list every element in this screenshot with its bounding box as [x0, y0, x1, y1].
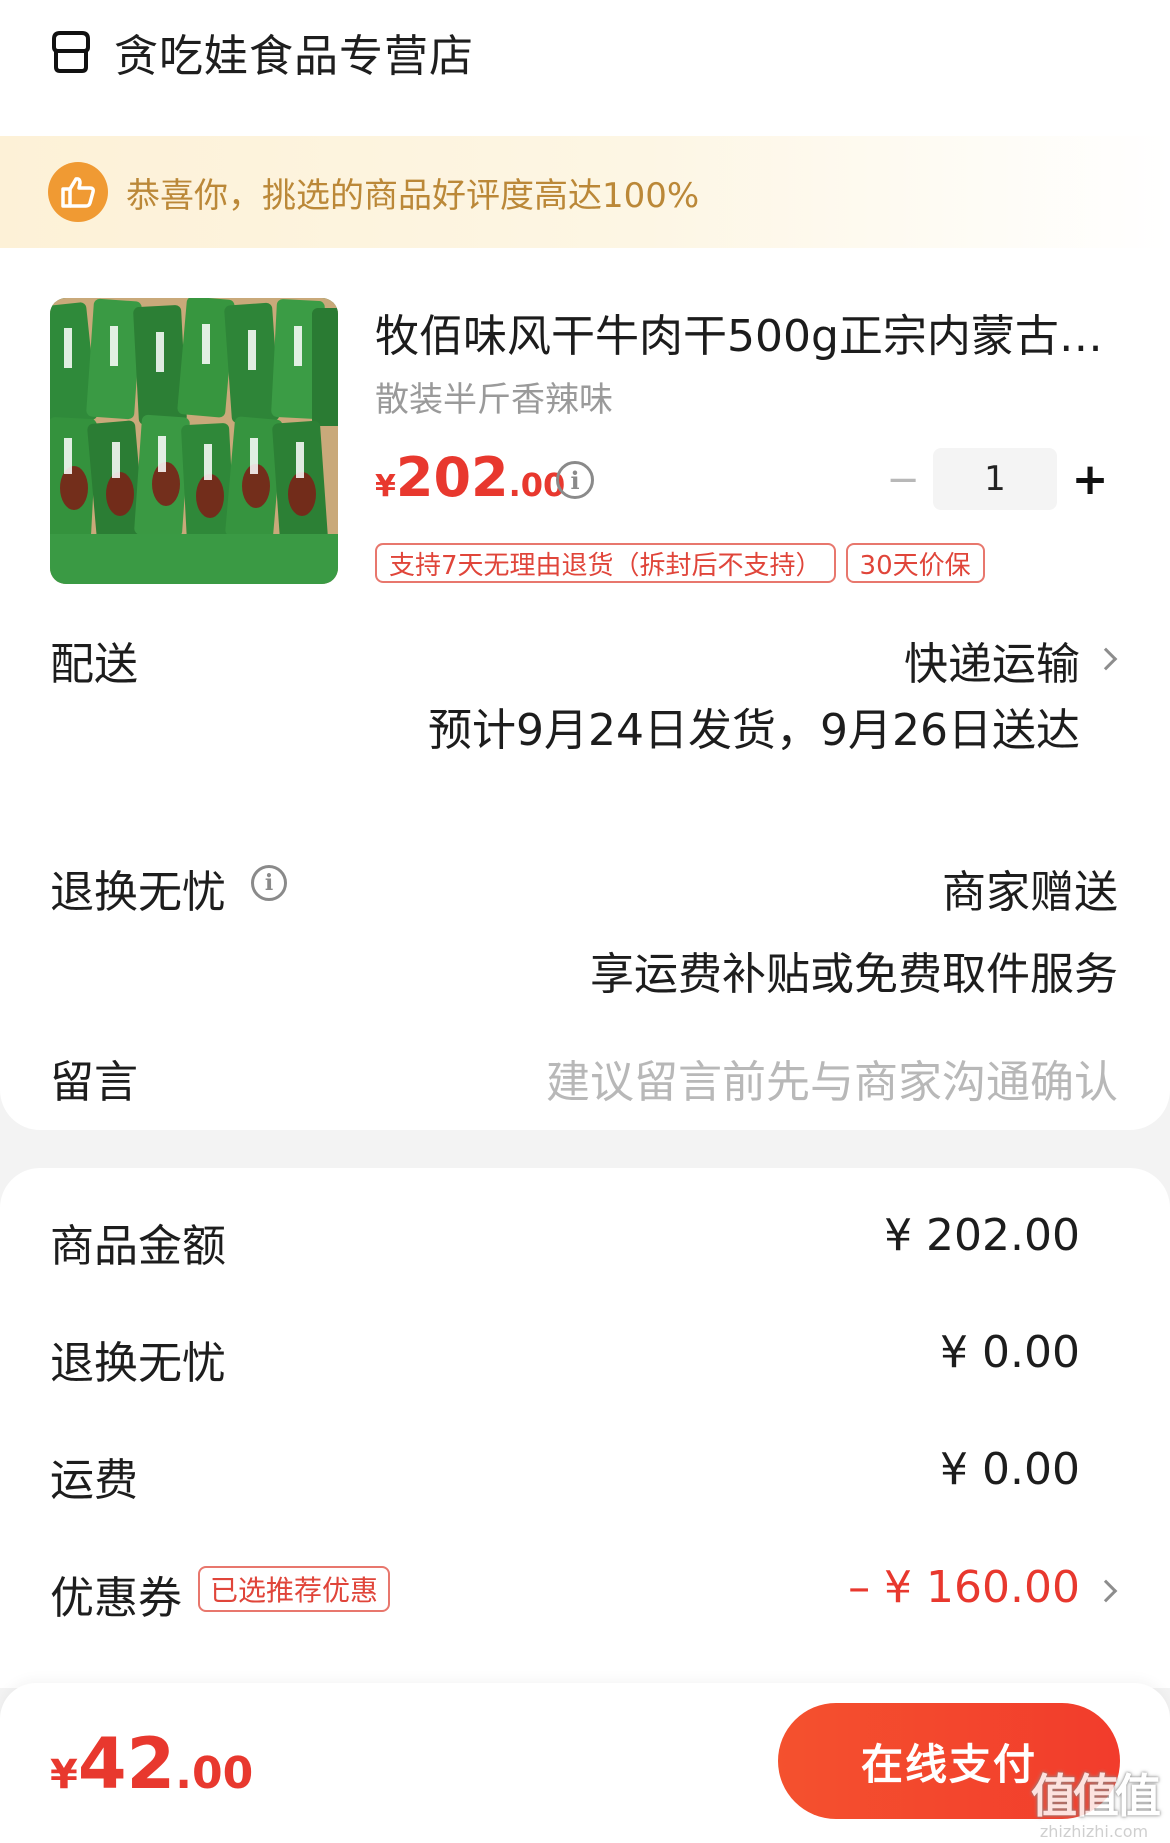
total-decimal: .00	[175, 1748, 254, 1799]
product-spec[interactable]: 散装半斤香辣味	[375, 372, 613, 421]
return-policy-tag: 支持7天无理由退货（拆封后不支持）	[375, 543, 836, 583]
delivery-method[interactable]: 快递运输	[904, 628, 1080, 692]
service-tags: 支持7天无理由退货（拆封后不支持） 30天价保	[375, 543, 985, 583]
return-service-label: 退换无忧	[50, 867, 226, 918]
shop-header[interactable]: 贪吃娃食品专营店	[48, 20, 474, 84]
message-input[interactable]: 建议留言前先与商家沟通确认	[546, 1046, 1118, 1110]
goods-amount-value: ¥ 202.00	[884, 1210, 1080, 1261]
quantity-value[interactable]: 1	[933, 448, 1057, 510]
price-info-icon[interactable]: i	[556, 461, 594, 499]
goods-amount-label: 商品金额	[50, 1221, 226, 1272]
shop-name: 贪吃娃食品专营店	[114, 31, 474, 82]
quantity-minus-button[interactable]: −	[883, 455, 923, 505]
delivery-estimate: 预计9月24日发货，9月26日送达	[428, 705, 1080, 756]
price-protection-tag: 30天价保	[845, 543, 985, 583]
return-info-icon[interactable]: i	[251, 865, 287, 901]
product-price: ¥ 202 .00	[375, 446, 565, 509]
message-label: 留言	[50, 1057, 138, 1108]
praise-text: 恭喜你，挑选的商品好评度高达100%	[126, 175, 700, 216]
site-watermark: 值值值 zhizhizhi.com	[1020, 1760, 1168, 1841]
price-symbol: ¥	[375, 469, 396, 504]
coupon-tag: 已选推荐优惠	[198, 1566, 391, 1612]
total-price: ¥ 42 .00	[50, 1723, 253, 1805]
price-integer: 202	[395, 446, 509, 509]
coupon-label: 优惠券	[50, 1573, 182, 1624]
watermark-url: zhizhizhi.com	[1039, 1821, 1149, 1841]
return-service-value: 商家赠送	[942, 867, 1118, 918]
product-title[interactable]: 牧佰味风干牛肉干500g正宗内蒙古特产	[375, 300, 1115, 364]
coupon-value[interactable]: – ¥ 160.00	[848, 1562, 1080, 1613]
praise-banner: 恭喜你，挑选的商品好评度高达100%	[0, 136, 1170, 248]
shipping-value: ¥ 0.00	[940, 1444, 1080, 1495]
store-icon	[52, 31, 90, 73]
return-fee-value: ¥ 0.00	[940, 1327, 1080, 1378]
product-image[interactable]	[50, 298, 338, 584]
watermark-logo: 值值值	[1031, 1768, 1161, 1823]
thumbs-up-icon	[48, 162, 108, 222]
return-service-desc: 享运费补贴或免费取件服务	[590, 949, 1118, 1000]
delivery-label: 配送	[50, 639, 138, 690]
total-integer: 42	[77, 1723, 176, 1805]
total-symbol: ¥	[50, 1752, 78, 1798]
return-fee-label: 退换无忧	[50, 1338, 226, 1389]
quantity-plus-button[interactable]: +	[1068, 452, 1112, 506]
shipping-label: 运费	[50, 1455, 138, 1506]
